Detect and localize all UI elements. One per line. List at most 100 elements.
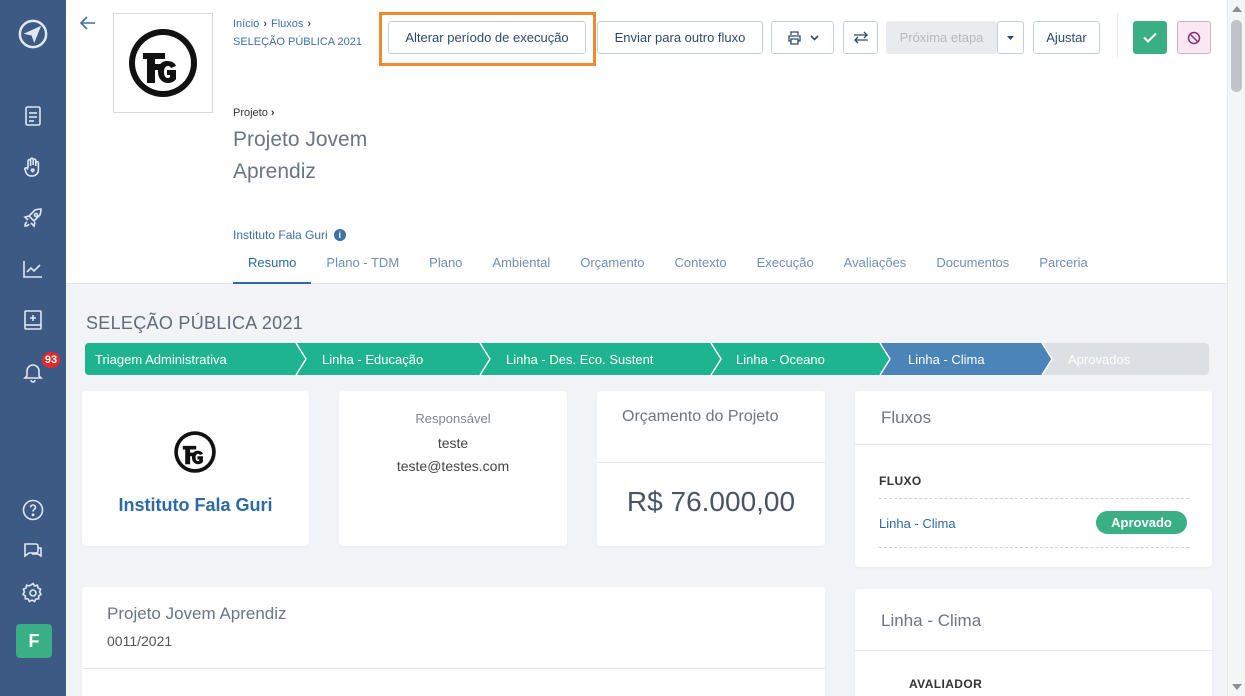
budget-title: Orçamento do Projeto [622,408,779,425]
info-icon[interactable]: i [333,229,346,241]
responsible-name: teste [437,435,469,451]
gear-icon[interactable] [17,577,49,609]
user-avatar[interactable]: F [16,624,52,658]
block-icon [1187,31,1201,44]
tab-avaliacoes[interactable]: Avaliações [829,250,922,284]
sidebar: 93 F [0,0,66,696]
organization-logo [113,13,213,113]
flows-column-header: FLUXO [879,474,922,488]
step-triagem[interactable]: Triagem Administrativa [95,343,227,375]
print-dropdown-button[interactable] [771,21,834,54]
check-icon [1143,32,1157,43]
breadcrumb: Início › Fluxos › [233,18,315,30]
responsible-label: Responsável [415,411,491,426]
line-card-column-header: AVALIADOR [909,677,983,691]
compass-logo-icon[interactable] [17,18,49,50]
alter-period-button[interactable]: Alterar período de execução [388,21,586,54]
ledger-icon[interactable] [17,304,49,336]
flows-row-divider [879,498,1189,499]
organization-card: Instituto Fala Guri [82,391,309,546]
breadcrumb-flows[interactable]: Fluxos [271,18,303,30]
tab-resumo[interactable]: Resumo [233,250,312,284]
project-summary-code: 0011/2021 [107,633,173,649]
next-step-button[interactable]: Próxima etapa [886,21,997,54]
flows-divider [855,444,1212,445]
tab-plano-tdm[interactable]: Plano - TDM [311,250,414,284]
project-summary-title: Projeto Jovem Aprendiz [107,604,287,623]
tab-plano[interactable]: Plano [414,250,477,284]
project-breadcrumb-label: Projeto [233,107,268,119]
help-icon[interactable] [17,494,49,526]
breadcrumb-separator-icon: › [270,107,275,119]
chat-icon[interactable] [17,535,49,567]
caret-down-icon [1007,35,1014,40]
reject-button[interactable] [1177,21,1211,54]
tab-orcamento[interactable]: Orçamento [565,250,659,284]
budget-value: R$ 76.000,00 [626,486,796,517]
adjust-button[interactable]: Ajustar [1033,21,1100,54]
step-des-eco[interactable]: Linha - Des. Eco. Sustent [506,343,653,375]
step-aprovados[interactable]: Aprovados [1068,343,1130,375]
organization-card-name[interactable]: Instituto Fala Guri [82,495,309,516]
swap-arrows-icon [853,31,868,44]
back-arrow-icon[interactable] [79,14,96,35]
organization-name[interactable]: Instituto Fala Guri [233,228,328,242]
step-clima[interactable]: Linha - Clima [908,343,985,375]
chevron-down-icon [809,34,819,41]
tab-ambiental[interactable]: Ambiental [477,250,565,284]
scroll-thumb[interactable] [1231,20,1242,92]
line-card-divider [855,650,1212,651]
step-label: Linha - Oceano [736,351,825,367]
swap-flow-button[interactable] [843,21,878,54]
breadcrumb-separator-icon: › [307,18,312,30]
project-breadcrumb[interactable]: Projeto › [233,107,275,119]
tab-contexto[interactable]: Contexto [660,250,742,284]
tab-execucao[interactable]: Execução [742,250,829,284]
page-title: Projeto Jovem Aprendiz [233,128,368,183]
budget-divider [597,462,825,463]
breadcrumb-selection[interactable]: SELEÇÃO PÚBLICA 2021 [233,36,362,48]
budget-card: Orçamento do Projeto R$ 76.000,00 [597,391,825,546]
printer-icon [787,30,801,45]
scrollbar[interactable] [1227,0,1245,696]
breadcrumb-home[interactable]: Início [233,18,259,30]
flows-title: Fluxos [881,408,932,427]
approve-button[interactable] [1133,21,1167,54]
flows-card: Fluxos FLUXO Linha - Clima Aprovado [855,391,1212,567]
project-summary-divider [82,668,825,669]
notification-badge: 93 [40,350,62,370]
flow-stepper: Triagem Administrativa Linha - Educação … [85,343,1209,375]
scroll-up-icon[interactable] [1232,6,1242,12]
step-oceano[interactable]: Linha - Oceano [736,343,825,375]
responsible-card: Responsável teste teste@testes.com [339,391,567,546]
document-icon[interactable] [17,100,49,132]
tab-documentos[interactable]: Documentos [921,250,1024,284]
chart-line-icon[interactable] [17,253,49,285]
step-label: Triagem Administrativa [95,351,227,367]
fala-guri-logo-icon [129,29,197,97]
tab-parceria[interactable]: Parceria [1024,250,1102,284]
send-other-flow-button[interactable]: Enviar para outro fluxo [597,21,763,54]
breadcrumb-separator-icon: › [263,18,267,30]
flow-row-link[interactable]: Linha - Clima [879,516,956,531]
project-summary-card: Projeto Jovem Aprendiz 0011/2021 [82,587,825,696]
section-title: SELEÇÃO PÚBLICA 2021 [86,313,304,333]
step-label: Linha - Clima [908,351,985,367]
responsible-email: teste@testes.com [396,458,510,474]
step-label: Aprovados [1068,351,1131,367]
step-educacao[interactable]: Linha - Educação [322,343,423,375]
status-badge: Aprovado [1096,511,1187,534]
scroll-down-icon[interactable] [1232,684,1242,690]
step-label: Linha - Des. Eco. Sustent [506,351,654,367]
flows-row-divider [879,547,1189,548]
step-label: Linha - Educação [322,351,424,367]
toolbar-divider [1117,13,1118,57]
line-card: Linha - Clima AVALIADOR [855,589,1212,696]
rocket-icon[interactable] [17,202,49,234]
fala-guri-logo-icon [174,431,216,473]
line-card-title: Linha - Clima [881,611,982,630]
hand-heart-icon[interactable] [17,151,49,183]
project-header: Início › Fluxos › SELEÇÃO PÚBLICA 2021 Proj… [66,0,1227,284]
next-step-dropdown-button[interactable] [997,21,1024,54]
organization-line: Instituto Fala Guri i [233,228,346,242]
